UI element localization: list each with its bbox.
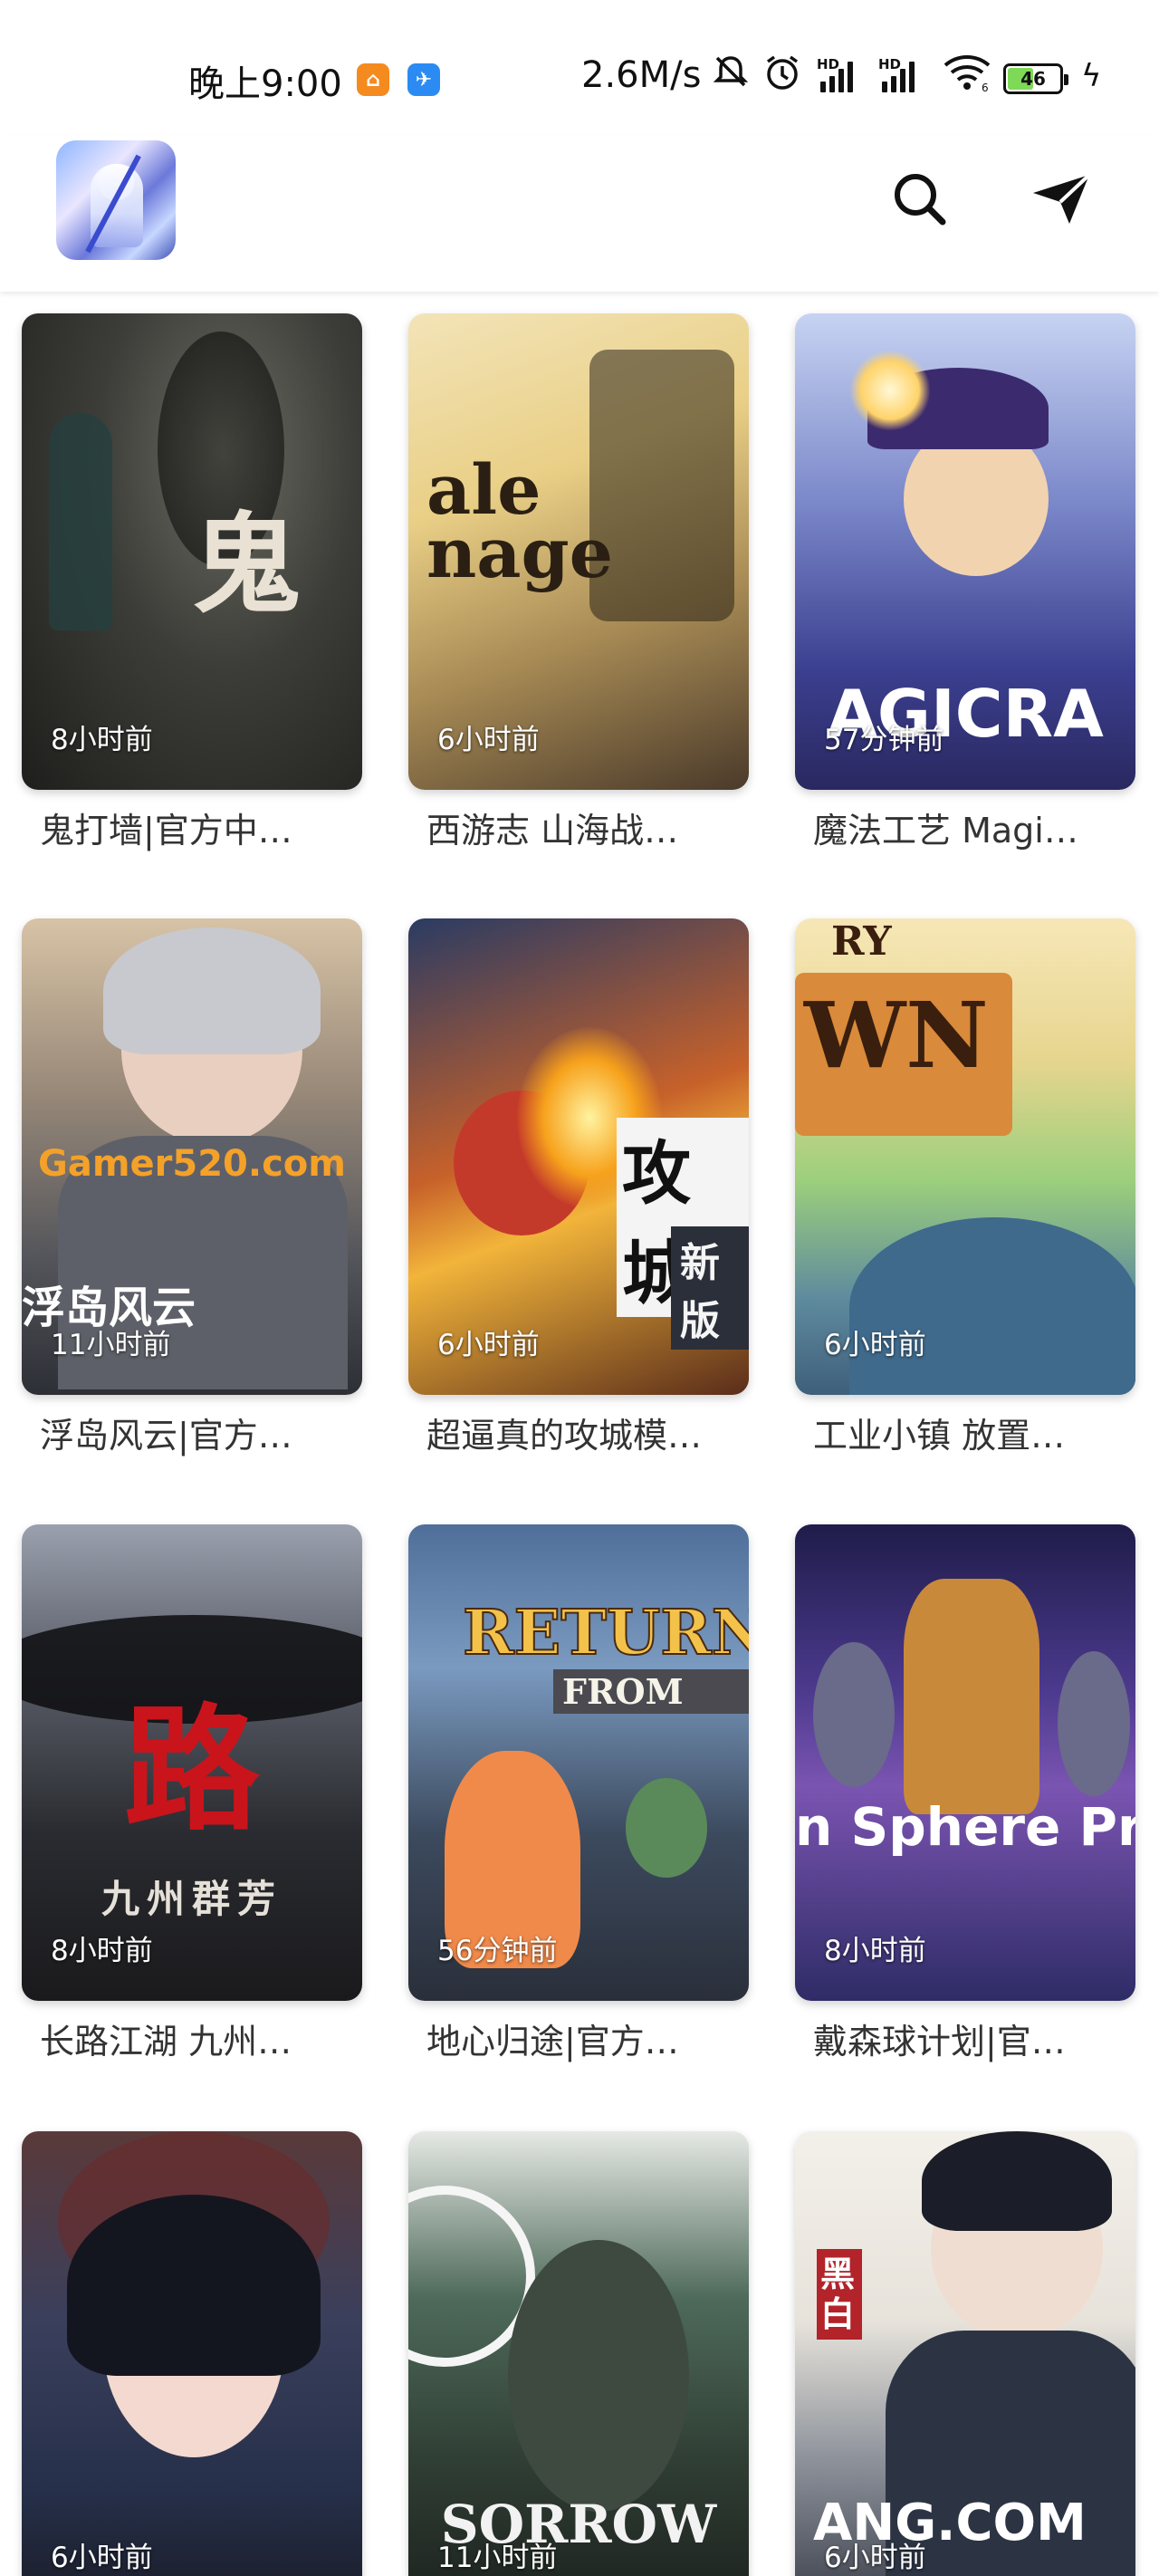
artwork-text: 路 xyxy=(123,1690,260,1850)
charging-icon: ϟ xyxy=(1081,58,1102,94)
game-thumbnail[interactable]: ale nage 6小时前 xyxy=(408,313,749,790)
time-label: 56分钟前 xyxy=(437,1935,558,1967)
game-thumbnail[interactable]: SORROW 11小时前 xyxy=(408,2131,749,2576)
artwork-text: WN xyxy=(804,982,989,1089)
time-label: 8小时前 xyxy=(51,724,153,756)
game-title[interactable]: 地心归途|官方… xyxy=(426,2014,743,2063)
orange-app-icon: ⌂ xyxy=(357,63,389,96)
battery-level: 46 xyxy=(1020,68,1046,90)
alarm-icon xyxy=(762,53,802,99)
game-thumbnail[interactable]: 6小时前 xyxy=(22,2131,362,2576)
search-icon xyxy=(895,174,946,226)
game-title[interactable]: 魔法工艺 Magi… xyxy=(813,803,1130,852)
time-label: 8小时前 xyxy=(824,1935,926,1967)
game-thumbnail[interactable]: RETURN FROM 56分钟前 xyxy=(408,1524,749,2001)
game-thumbnail[interactable]: 鬼 8小时前 xyxy=(22,313,362,790)
artwork-text: Gamer520.com xyxy=(38,1143,346,1185)
search-button[interactable] xyxy=(884,163,956,235)
game-thumbnail[interactable]: WN RY 6小时前 xyxy=(795,918,1135,1395)
game-thumbnail[interactable]: 黑白 ANG.COM 6小时前 xyxy=(795,2131,1135,2576)
status-time: 晚上9:00 xyxy=(188,63,342,105)
network-speed: 2.6M/s xyxy=(581,54,702,96)
time-label: 11小时前 xyxy=(437,2542,558,2574)
blue-app-icon: ✈ xyxy=(407,63,440,96)
time-label: 6小时前 xyxy=(824,1329,926,1361)
time-label: 6小时前 xyxy=(824,2542,926,2574)
game-thumbnail[interactable]: AGICRA 57分钟前 xyxy=(795,313,1135,790)
time-label: 6小时前 xyxy=(437,724,540,756)
time-label: 6小时前 xyxy=(437,1329,540,1361)
artwork-text: RETURN xyxy=(462,1596,749,1670)
artwork-text: ale nage xyxy=(426,449,613,593)
game-title[interactable]: 浮岛风云|官方… xyxy=(40,1408,357,1457)
send-button[interactable] xyxy=(1025,163,1097,235)
signal-hd-2-icon xyxy=(882,60,915,92)
signal-hd-1-icon xyxy=(820,60,853,92)
artwork-text-2: 九州群芳 xyxy=(101,1877,283,1921)
artwork-text-2: RY xyxy=(831,918,892,965)
battery-icon: 46 xyxy=(1003,63,1068,94)
time-label: 8小时前 xyxy=(51,1935,153,1967)
artwork-text-2: 黑白 xyxy=(817,2249,862,2340)
time-label: 57分钟前 xyxy=(824,724,944,756)
artwork-text-2: 新版 xyxy=(671,1226,749,1350)
time-label: 6小时前 xyxy=(51,2542,153,2574)
mute-icon xyxy=(712,53,750,97)
artwork-text-2: FROM xyxy=(553,1669,749,1714)
game-thumbnail[interactable]: Gamer520.com 浮岛风云 11小时前 xyxy=(22,918,362,1395)
game-title[interactable]: 戴森球计划|官… xyxy=(813,2014,1130,2063)
game-title[interactable]: 工业小镇 放置… xyxy=(813,1408,1130,1457)
game-title[interactable]: 鬼打墙|官方中… xyxy=(40,803,357,852)
game-title[interactable]: 超逼真的攻城模… xyxy=(426,1408,743,1457)
status-bar: 晚上9:00 ⌂ ✈ 2.6M/s HD HD 6 46 ϟ xyxy=(0,0,1159,136)
artwork-text: n Sphere Proj xyxy=(795,1796,1135,1858)
game-thumbnail[interactable]: 攻城 新版 6小时前 xyxy=(408,918,749,1395)
game-title[interactable]: 长路江湖 九州… xyxy=(40,2014,357,2063)
time-label: 11小时前 xyxy=(51,1329,171,1361)
app-logo[interactable] xyxy=(56,140,176,260)
game-title[interactable]: 西游志 山海战… xyxy=(426,803,743,852)
game-thumbnail[interactable]: 路 九州群芳 8小时前 xyxy=(22,1524,362,2001)
artwork-text: 鬼 xyxy=(192,501,301,629)
send-icon xyxy=(1033,173,1091,224)
svg-text:6: 6 xyxy=(982,82,989,92)
app-header xyxy=(0,136,1159,292)
wifi-icon: 6 xyxy=(942,53,992,99)
game-thumbnail[interactable]: n Sphere Proj 8小时前 xyxy=(795,1524,1135,2001)
